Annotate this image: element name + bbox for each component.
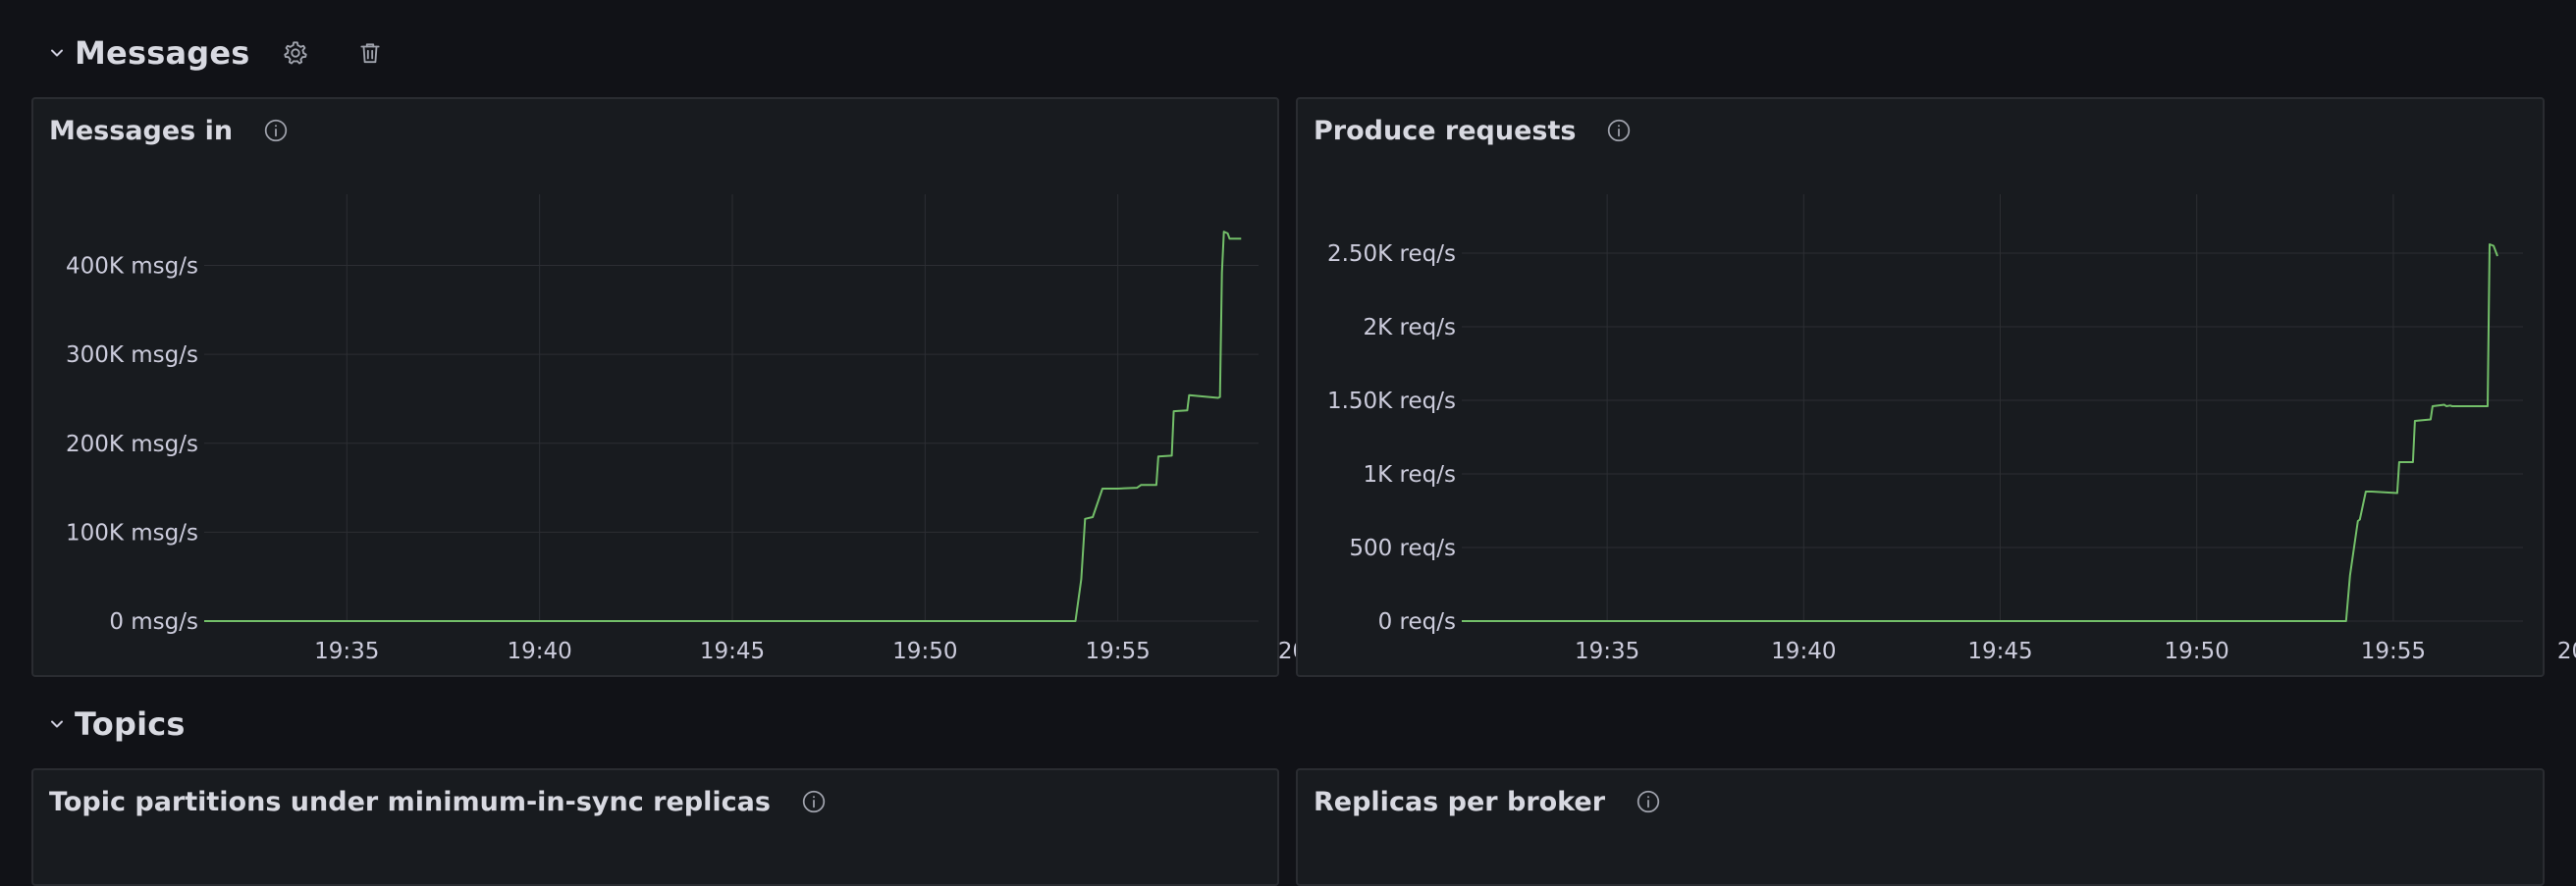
x-tick-label: 19:35	[1575, 639, 1639, 664]
x-tick-label: 19:55	[2361, 639, 2426, 664]
row-title-messages[interactable]: Messages	[75, 34, 250, 72]
y-tick-label: 400K msg/s	[66, 254, 198, 280]
panel-messages-in: Messages in 0 msg/s 100K msg/s 200K msg/s 3…	[31, 97, 1343, 677]
x-tick-label: 19:55	[1086, 639, 1151, 664]
x-tick-label: 19:45	[700, 639, 765, 664]
row-title-topics[interactable]: Topics	[75, 705, 186, 743]
x-tick-label: 19:50	[2165, 639, 2229, 664]
x-tick-label: 19:45	[1967, 639, 2032, 664]
series-line	[1462, 243, 2498, 622]
series-line	[204, 231, 1242, 622]
y-tick-label: 500 req/s	[1349, 536, 1456, 561]
y-tick-label: 200K msg/s	[66, 432, 198, 457]
row-header-topics: Topics	[47, 697, 186, 752]
panel-under-min-isr: Topic partitions under minimum-in-sync r…	[31, 768, 1279, 886]
grid	[204, 194, 1312, 622]
chart-messages-in: 0 msg/s 100K msg/s 200K msg/s 300K msg/s 400…	[66, 194, 1343, 664]
chart-produce-requests: 0 req/s 500 req/s 1K req/s 1.50K req/s 2K re…	[1327, 194, 2576, 664]
row-header-messages: Messages	[47, 26, 386, 80]
y-tick-label: 2.50K req/s	[1327, 241, 1456, 267]
y-tick-label: 0 req/s	[1378, 609, 1456, 635]
y-tick-label: 100K msg/s	[66, 520, 198, 546]
x-tick-label: 20:00	[2557, 639, 2576, 664]
info-icon[interactable]	[800, 788, 828, 815]
y-tick-label: 1.50K req/s	[1327, 389, 1456, 414]
x-tick-label: 19:35	[314, 639, 379, 664]
y-tick-label: 2K req/s	[1364, 315, 1456, 340]
info-icon[interactable]	[1635, 788, 1662, 815]
x-tick-label: 19:40	[507, 639, 571, 664]
panel-header: Topic partitions under minimum-in-sync r…	[49, 780, 828, 823]
chevron-down-icon[interactable]	[47, 714, 67, 734]
chevron-down-icon[interactable]	[47, 43, 67, 63]
gear-icon[interactable]	[280, 37, 311, 69]
panel-title[interactable]: Topic partitions under minimum-in-sync r…	[49, 787, 771, 817]
y-tick-label: 300K msg/s	[66, 342, 198, 368]
x-tick-label: 19:50	[892, 639, 957, 664]
panel-header: Replicas per broker	[1314, 780, 1662, 823]
y-tick-label: 1K req/s	[1364, 462, 1456, 488]
grid	[1462, 194, 2523, 622]
panel-title[interactable]: Replicas per broker	[1314, 787, 1605, 817]
trash-icon[interactable]	[354, 37, 386, 69]
x-tick-label: 19:40	[1771, 639, 1836, 664]
panel-replicas-per-broker: Replicas per broker	[1296, 768, 2545, 886]
y-tick-label: 0 msg/s	[109, 609, 198, 635]
panel-produce-requests: Produce requests 0 req/s 500 req/s 1K req/…	[1296, 97, 2576, 677]
